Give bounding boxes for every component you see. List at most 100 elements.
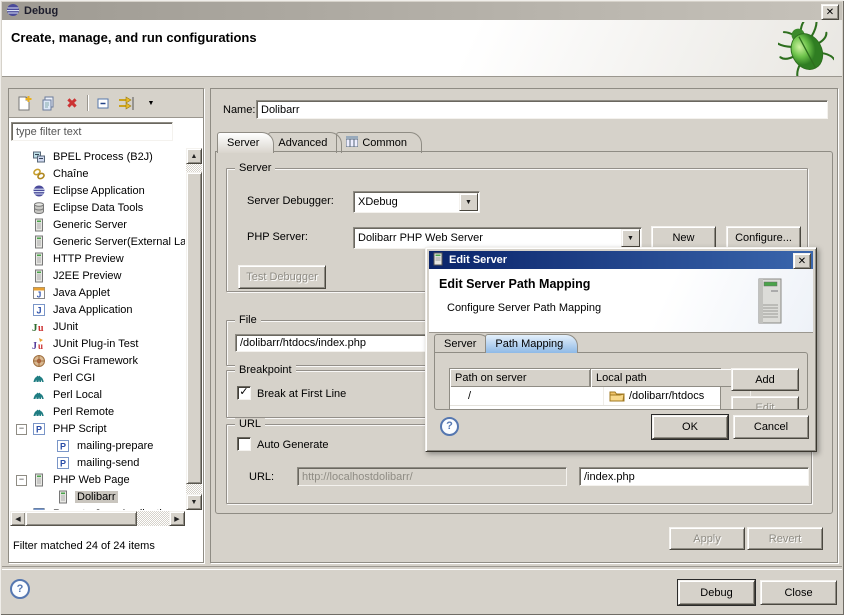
- tree-item[interactable]: Perl CGI: [10, 369, 185, 386]
- tree-item[interactable]: Chaîne: [10, 165, 185, 182]
- tree-item[interactable]: JRemote Java Application: [10, 505, 185, 510]
- break-first-line-checkbox[interactable]: ✓: [237, 386, 251, 400]
- dialog-header: Edit Server Path Mapping Configure Serve…: [429, 269, 813, 333]
- tree-item[interactable]: HTTP Preview: [10, 250, 185, 267]
- eclipse-icon: [6, 3, 20, 20]
- tree-item-label: Perl Remote: [51, 406, 116, 418]
- tab-common[interactable]: Common: [336, 132, 422, 153]
- tree-item[interactable]: −PPHP Script: [10, 420, 185, 437]
- tree-item[interactable]: Generic Server(External La: [10, 233, 185, 250]
- window-close-icon[interactable]: ✕: [821, 4, 839, 20]
- tree-item[interactable]: Perl Remote: [10, 403, 185, 420]
- collapse-expander-icon[interactable]: −: [16, 475, 27, 486]
- dialog-close-icon[interactable]: ✕: [793, 253, 811, 269]
- url-group-legend: URL: [235, 418, 265, 430]
- tree-item-label: Dolibarr: [75, 491, 118, 503]
- vertical-scroll-thumb[interactable]: [186, 172, 202, 484]
- tab-server[interactable]: Server: [217, 132, 274, 153]
- chevron-down-icon[interactable]: ▼: [621, 229, 640, 247]
- tree-item[interactable]: JuJUnit Plug-in Test: [10, 335, 185, 352]
- bug-icon: [778, 22, 834, 79]
- server-icon: [32, 269, 47, 283]
- dialog-help-icon[interactable]: ?: [440, 417, 459, 436]
- junit-icon: Ju: [32, 320, 47, 334]
- tab-advanced[interactable]: Advanced: [268, 132, 342, 153]
- tree-item[interactable]: Perl Local: [10, 386, 185, 403]
- server-tower-icon: [755, 277, 785, 328]
- svg-text:J: J: [36, 305, 41, 315]
- config-sidebar: ✖ ▼ BPEL Process (B2J) ChaîneEclipse Appl…: [8, 88, 204, 563]
- tree-item[interactable]: BPEL Process (B2J): [10, 148, 185, 165]
- tree-item-label: Perl Local: [51, 389, 104, 401]
- tree-item[interactable]: Eclipse Application: [10, 182, 185, 199]
- dialog-title: Edit Server: [449, 254, 507, 266]
- filter-launch-icon[interactable]: [118, 94, 136, 112]
- auto-generate-checkbox[interactable]: [237, 437, 251, 451]
- tree-item-label: Generic Server: [51, 219, 129, 231]
- duplicate-config-icon[interactable]: [39, 94, 57, 112]
- tree-item-label: BPEL Process (B2J): [51, 151, 155, 163]
- add-mapping-button[interactable]: Add: [731, 368, 799, 391]
- tree-item[interactable]: JJava Application: [10, 301, 185, 318]
- config-tree: BPEL Process (B2J) ChaîneEclipse Applicat…: [10, 148, 185, 510]
- path-mapping-panel: Path on serverLocal path//dolibarr/htdoc…: [434, 352, 808, 410]
- url-path-input[interactable]: [579, 467, 809, 486]
- tree-item[interactable]: Eclipse Data Tools: [10, 199, 185, 216]
- collapse-expander-icon[interactable]: −: [16, 424, 27, 435]
- horizontal-scroll-thumb[interactable]: [25, 511, 137, 526]
- scroll-right-icon[interactable]: ▶: [169, 511, 185, 526]
- edit-server-dialog: Edit Server ✕ Edit Server Path Mapping C…: [425, 247, 817, 452]
- table-column-header[interactable]: Local path: [591, 369, 738, 387]
- scroll-down-icon[interactable]: ▼: [186, 494, 202, 510]
- toolbar-separator: [87, 95, 88, 111]
- edit-mapping-button[interactable]: Edit: [731, 396, 799, 410]
- table-row[interactable]: //dolibarr/htdocs: [450, 387, 720, 406]
- revert-button[interactable]: Revert: [747, 527, 823, 550]
- tree-item[interactable]: Dolibarr: [10, 488, 185, 505]
- delete-config-icon[interactable]: ✖: [63, 94, 81, 112]
- tree-item[interactable]: JJava Applet: [10, 284, 185, 301]
- name-input[interactable]: [256, 100, 828, 119]
- scroll-up-icon[interactable]: ▲: [186, 148, 202, 164]
- toolbar-menu-chevron-icon[interactable]: ▼: [142, 94, 160, 112]
- dialog-subheading: Configure Server Path Mapping: [447, 302, 601, 314]
- collapse-all-icon[interactable]: [94, 94, 112, 112]
- tree-item-label: Java Applet: [51, 287, 112, 299]
- cancel-button[interactable]: Cancel: [733, 415, 809, 439]
- tree-item[interactable]: OSGi Framework: [10, 352, 185, 369]
- php-server-select[interactable]: Dolibarr PHP Web Server ▼: [353, 227, 642, 249]
- chevron-down-icon[interactable]: ▼: [459, 193, 478, 211]
- debug-window: Debug ✕ Create, manage, and run configur…: [0, 0, 844, 615]
- tree-item[interactable]: Pmailing-prepare: [10, 437, 185, 454]
- table-empty-row: [450, 406, 720, 410]
- tree-item[interactable]: Pmailing-send: [10, 454, 185, 471]
- local-path-text: /dolibarr/htdocs: [629, 390, 704, 402]
- test-debugger-button[interactable]: Test Debugger: [238, 265, 326, 289]
- dialog-tab-path-mapping[interactable]: Path Mapping: [485, 334, 578, 353]
- tree-item[interactable]: Generic Server: [10, 216, 185, 233]
- new-config-icon[interactable]: [15, 94, 33, 112]
- ok-button[interactable]: OK: [652, 415, 728, 439]
- svg-text:J: J: [32, 341, 37, 351]
- tree-horizontal-scrollbar[interactable]: ◀ ▶: [10, 511, 185, 526]
- close-button[interactable]: Close: [760, 580, 837, 605]
- dialog-tab-server[interactable]: Server: [434, 334, 491, 353]
- debug-button[interactable]: Debug: [678, 580, 755, 605]
- svg-text:u: u: [38, 323, 44, 334]
- table-column-header[interactable]: Path on server: [450, 369, 591, 387]
- scroll-left-icon[interactable]: ◀: [10, 511, 26, 526]
- base-url-input[interactable]: [297, 467, 567, 486]
- server-debugger-select[interactable]: XDebug ▼: [353, 191, 480, 213]
- tree-item[interactable]: J2EE Preview: [10, 267, 185, 284]
- svg-text:u: u: [38, 341, 43, 351]
- perl-icon: [32, 371, 47, 385]
- tree-item[interactable]: JuJUnit: [10, 318, 185, 335]
- junit-plugin-icon: Ju: [32, 337, 47, 351]
- filter-input[interactable]: [11, 122, 173, 141]
- tree-vertical-scrollbar[interactable]: ▲ ▼: [186, 148, 202, 510]
- tree-item[interactable]: −PHP Web Page: [10, 471, 185, 488]
- apply-button[interactable]: Apply: [669, 527, 745, 550]
- tree-item-label: PHP Script: [51, 423, 109, 435]
- svg-text:P: P: [60, 441, 66, 451]
- help-icon[interactable]: ?: [10, 579, 30, 599]
